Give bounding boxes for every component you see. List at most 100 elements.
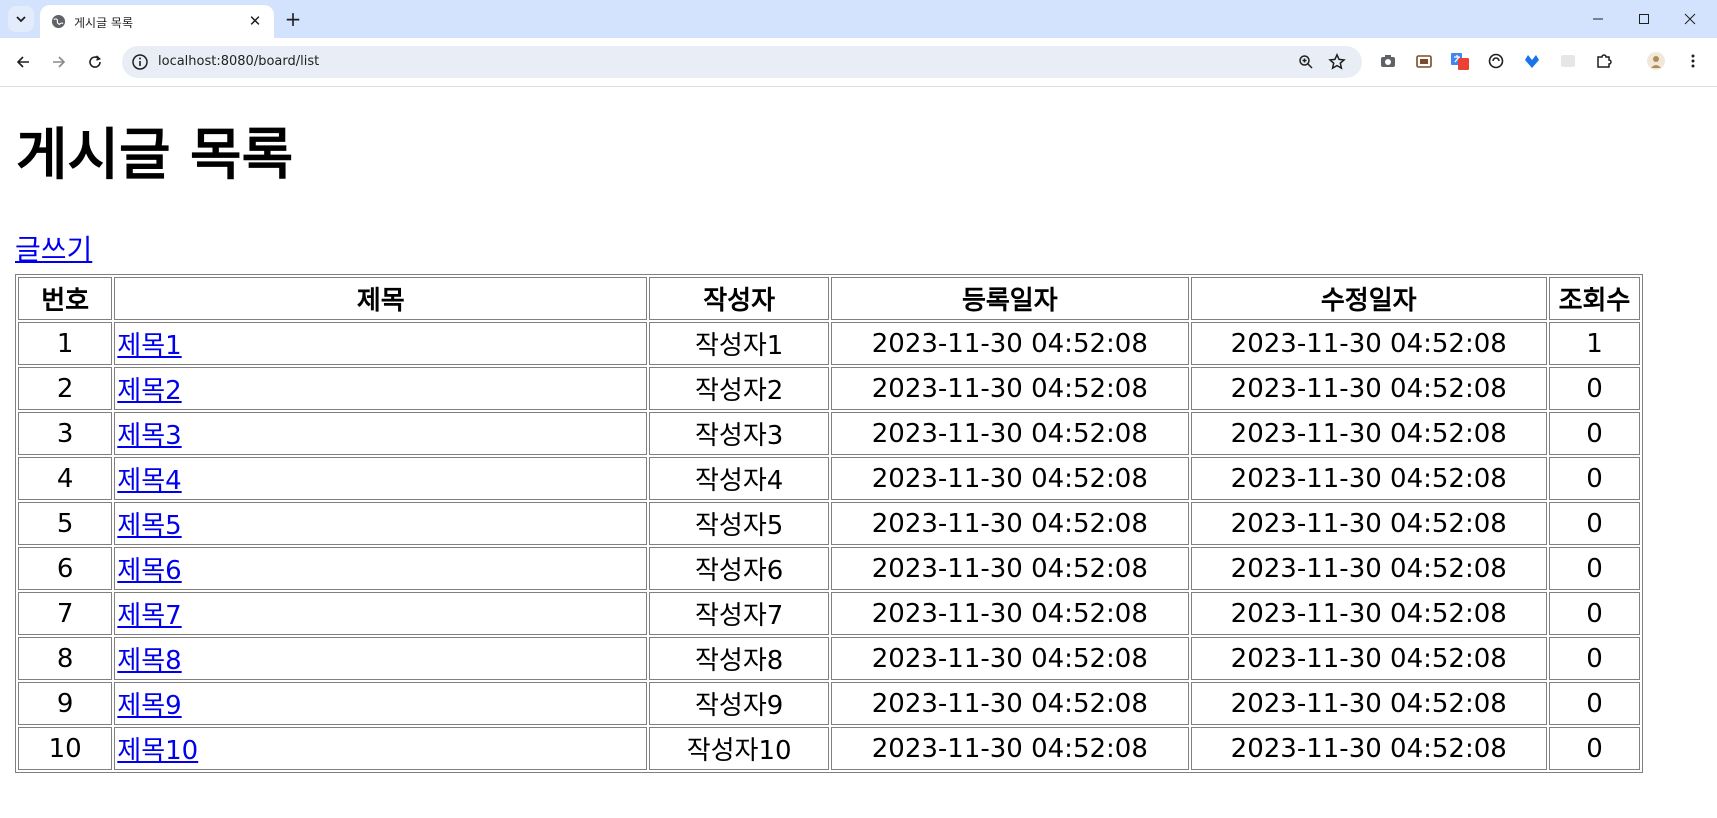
post-title-link[interactable]: 제목9 <box>117 691 181 721</box>
back-button[interactable] <box>11 50 35 74</box>
bookmark-star-icon[interactable] <box>1327 52 1347 72</box>
header-views: 조회수 <box>1548 277 1640 320</box>
cell-created-date: 2023-11-30 04:52:08 <box>831 412 1189 455</box>
puzzle-extensions-icon[interactable] <box>1593 50 1615 72</box>
cell-writer: 작성자1 <box>649 322 830 365</box>
header-writer: 작성자 <box>649 277 830 320</box>
table-row: 8 제목8 작성자8 2023-11-30 04:52:08 2023-11-30 04… <box>18 637 1640 680</box>
cell-created-date: 2023-11-30 04:52:08 <box>831 727 1189 770</box>
maximize-icon <box>1639 14 1649 24</box>
new-tab-button[interactable]: + <box>282 8 304 30</box>
dropbox-extension-icon[interactable] <box>1521 50 1543 72</box>
table-row: 10 제목10 작성자10 2023-11-30 04:52:08 2023-11-30… <box>18 727 1640 770</box>
post-title-link[interactable]: 제목6 <box>117 556 181 586</box>
tab-search-button[interactable] <box>8 6 34 32</box>
table-header-row: 번호 제목 작성자 등록일자 수정일자 조회수 <box>18 277 1640 320</box>
cell-title: 제목6 <box>114 547 648 590</box>
cell-writer: 작성자4 <box>649 457 830 500</box>
cell-number: 10 <box>18 727 113 770</box>
cell-title: 제목1 <box>114 322 648 365</box>
cell-created-date: 2023-11-30 04:52:08 <box>831 457 1189 500</box>
chevron-down-icon <box>16 16 26 23</box>
cell-number: 5 <box>18 502 113 545</box>
cell-views: 0 <box>1548 502 1640 545</box>
cell-title: 제목4 <box>114 457 648 500</box>
minimize-button[interactable] <box>1576 4 1620 34</box>
cell-title: 제목9 <box>114 682 648 725</box>
table-row: 4 제목4 작성자4 2023-11-30 04:52:08 2023-11-30 04… <box>18 457 1640 500</box>
cell-views: 0 <box>1548 682 1640 725</box>
cell-updated-date: 2023-11-30 04:52:08 <box>1190 412 1547 455</box>
forward-button[interactable] <box>47 50 71 74</box>
cell-created-date: 2023-11-30 04:52:08 <box>831 682 1189 725</box>
table-row: 3 제목3 작성자3 2023-11-30 04:52:08 2023-11-30 04… <box>18 412 1640 455</box>
cell-updated-date: 2023-11-30 04:52:08 <box>1190 682 1547 725</box>
cell-number: 2 <box>18 367 113 410</box>
zoom-icon[interactable] <box>1296 52 1316 72</box>
table-row: 2 제목2 작성자2 2023-11-30 04:52:08 2023-11-30 04… <box>18 367 1640 410</box>
header-updated-date: 수정일자 <box>1190 277 1547 320</box>
cell-title: 제목10 <box>114 727 648 770</box>
post-table: 번호 제목 작성자 등록일자 수정일자 조회수 1 제목1 작성자1 2023-11-… <box>15 274 1643 773</box>
cell-title: 제목2 <box>114 367 648 410</box>
header-created-date: 등록일자 <box>831 277 1189 320</box>
tab-close-icon[interactable]: ✕ <box>245 11 265 31</box>
cell-number: 4 <box>18 457 113 500</box>
write-post-link[interactable]: 글쓰기 <box>15 233 92 267</box>
table-row: 7 제목7 작성자7 2023-11-30 04:52:08 2023-11-30 04… <box>18 592 1640 635</box>
close-window-button[interactable] <box>1668 4 1712 34</box>
header-number: 번호 <box>18 277 113 320</box>
tab-active[interactable]: 게시글 목록 ✕ <box>40 5 274 38</box>
cell-title: 제목5 <box>114 502 648 545</box>
translate-extension-icon[interactable] <box>1449 50 1471 72</box>
table-row: 6 제목6 작성자6 2023-11-30 04:52:08 2023-11-30 04… <box>18 547 1640 590</box>
cell-views: 0 <box>1548 367 1640 410</box>
cell-title: 제목7 <box>114 592 648 635</box>
globe-icon <box>51 14 66 29</box>
cell-number: 1 <box>18 322 113 365</box>
cell-title: 제목3 <box>114 412 648 455</box>
arrow-right-icon <box>53 56 66 68</box>
cell-updated-date: 2023-11-30 04:52:08 <box>1190 367 1547 410</box>
address-bar[interactable]: localhost:8080/board/list <box>122 46 1362 78</box>
cell-views: 0 <box>1548 637 1640 680</box>
cell-views: 0 <box>1548 457 1640 500</box>
post-title-link[interactable]: 제목5 <box>117 511 181 541</box>
tab-title: 게시글 목록 <box>74 16 134 30</box>
sync-extension-icon[interactable] <box>1485 50 1507 72</box>
post-title-link[interactable]: 제목8 <box>117 646 181 676</box>
cell-views: 0 <box>1548 592 1640 635</box>
cell-created-date: 2023-11-30 04:52:08 <box>831 547 1189 590</box>
table-row: 5 제목5 작성자5 2023-11-30 04:52:08 2023-11-30 04… <box>18 502 1640 545</box>
site-info-icon[interactable] <box>130 52 150 72</box>
maximize-button[interactable] <box>1622 4 1666 34</box>
post-title-link[interactable]: 제목10 <box>117 736 198 766</box>
cell-writer: 작성자6 <box>649 547 830 590</box>
reload-button[interactable] <box>83 50 107 74</box>
cell-views: 1 <box>1548 322 1640 365</box>
post-title-link[interactable]: 제목7 <box>117 601 181 631</box>
profile-avatar-icon[interactable] <box>1645 50 1667 72</box>
cell-writer: 작성자7 <box>649 592 830 635</box>
camera-extension-icon[interactable] <box>1377 50 1399 72</box>
post-title-link[interactable]: 제목2 <box>117 376 181 406</box>
cell-created-date: 2023-11-30 04:52:08 <box>831 367 1189 410</box>
cell-writer: 작성자9 <box>649 682 830 725</box>
post-title-link[interactable]: 제목1 <box>117 331 181 361</box>
post-title-link[interactable]: 제목3 <box>117 421 181 451</box>
cell-updated-date: 2023-11-30 04:52:08 <box>1190 727 1547 770</box>
page-content: 게시글 목록 글쓰기 번호 제목 작성자 등록일자 수정일자 조회수 1 제목1 작… <box>0 87 1717 818</box>
table-row: 9 제목9 작성자9 2023-11-30 04:52:08 2023-11-30 04… <box>18 682 1640 725</box>
cell-created-date: 2023-11-30 04:52:08 <box>831 637 1189 680</box>
url-text: localhost:8080/board/list <box>158 54 320 69</box>
cell-number: 6 <box>18 547 113 590</box>
arrow-left-icon <box>16 56 29 68</box>
cell-updated-date: 2023-11-30 04:52:08 <box>1190 547 1547 590</box>
window-extension-icon[interactable] <box>1413 50 1435 72</box>
cell-created-date: 2023-11-30 04:52:08 <box>831 322 1189 365</box>
cell-updated-date: 2023-11-30 04:52:08 <box>1190 457 1547 500</box>
cell-number: 9 <box>18 682 113 725</box>
more-menu-icon[interactable] <box>1682 50 1704 72</box>
grid-extension-icon[interactable] <box>1557 50 1579 72</box>
post-title-link[interactable]: 제목4 <box>117 466 181 496</box>
